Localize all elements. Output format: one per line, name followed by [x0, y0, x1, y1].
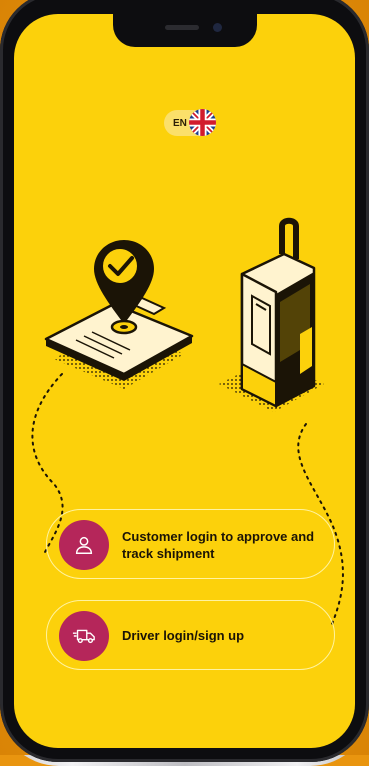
user-icon — [59, 520, 109, 570]
customer-login-option[interactable]: Customer login to approve and track ship… — [46, 509, 335, 579]
delivery-truck-icon — [59, 611, 109, 661]
phone-frame: EN Customer login to approve and track s… — [0, 0, 369, 762]
suitcase-icon — [240, 217, 316, 408]
customer-login-label: Customer login to approve and track ship… — [122, 529, 315, 561]
app-screen: EN Customer login to approve and track s… — [14, 14, 355, 748]
driver-login-option[interactable]: Driver login/sign up — [46, 600, 335, 670]
driver-login-label: Driver login/sign up — [122, 628, 245, 643]
